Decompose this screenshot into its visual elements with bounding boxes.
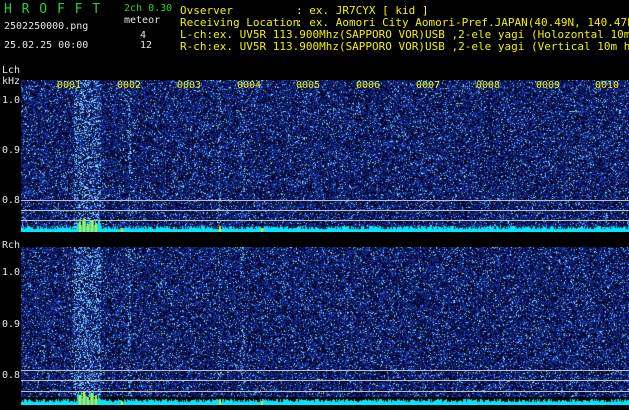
rch-ytick-0-8: 0.8 [2,370,21,381]
rch-spectrogram [21,247,629,405]
hrofft-window: H R O F F T 2ch 0.30 2502250000.png mete… [0,0,629,410]
lch-channel-label: Lch [2,65,21,76]
version-label: 2ch 0.30 [124,3,173,14]
rch-ytick-0-9: 0.9 [2,319,21,330]
rch-description: R-ch:ex. UV5R 113.900Mhz(SAPPORO VOR)USB… [180,40,629,53]
meteor-count-rch: 12 [140,40,153,51]
rch-threshold-line-1 [21,370,629,371]
time-tick-0008: 0008 [476,80,501,91]
time-tick-0004: 0004 [237,80,262,91]
lch-threshold-line-1 [21,200,629,201]
location-value: : ex. Aomori City Aomori-Pref.JAPAN(40.4… [296,16,629,29]
lch-ytick-1-0: 1.0 [2,95,21,106]
meteor-label: meteor [124,15,161,26]
location-label: Receiving Location [180,16,300,29]
time-tick-0007: 0007 [416,80,441,91]
time-tick-0005: 0005 [296,80,321,91]
time-tick-0002: 0002 [117,80,142,91]
lch-ytick-0-8: 0.8 [2,195,21,206]
filename-label: 2502250000.png [4,21,89,32]
datetime-label: 25.02.25 00:00 [4,40,89,51]
observer-value: : ex. JR7CYX [ kid ] [296,4,429,17]
rch-spectrogram-canvas [21,247,629,405]
app-logo: H R O F F T [4,2,102,17]
rch-channel-label: Rch [2,240,21,251]
time-tick-0009: 0009 [536,80,561,91]
lch-unit-label: kHz [2,76,21,87]
rch-ytick-1-0: 1.0 [2,267,21,278]
rch-threshold-line-2 [21,380,629,381]
observer-label: Ovserver [180,4,233,17]
rch-threshold-line-3 [21,391,629,392]
lch-threshold-line-2 [21,210,629,211]
lch-description: L-ch:ex. UV5R 113.900Mhz(SAPPORO VOR)USB… [180,28,629,41]
time-tick-0001: 0001 [57,80,82,91]
time-tick-0006: 0006 [356,80,381,91]
lch-ytick-0-9: 0.9 [2,145,21,156]
time-tick-0003: 0003 [177,80,202,91]
lch-threshold-line-3 [21,220,629,221]
time-tick-0010: 0010 [595,80,620,91]
